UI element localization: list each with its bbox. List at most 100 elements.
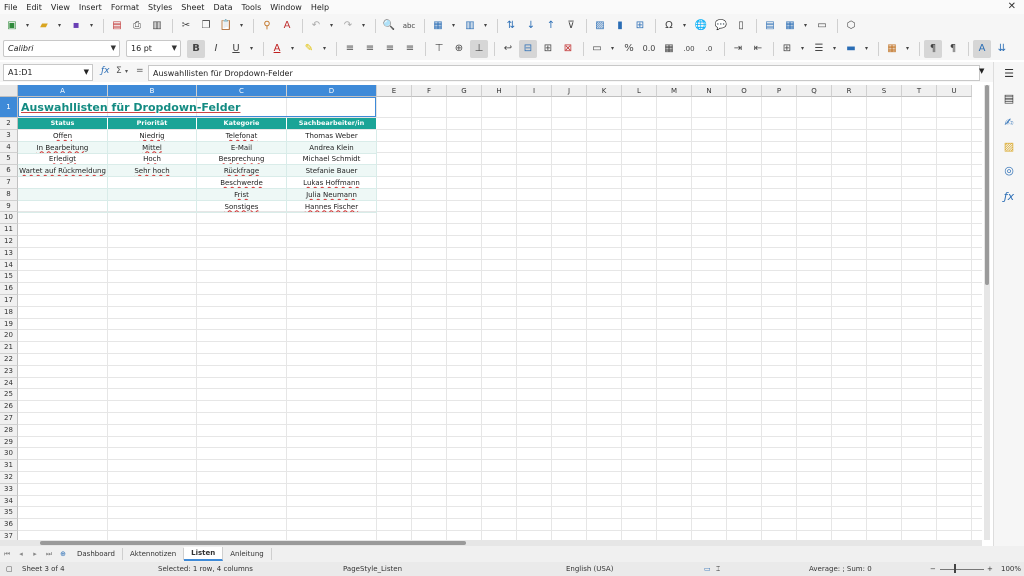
row-header-14[interactable]: 14 [0, 259, 18, 272]
sheet-title-cell[interactable]: Auswahllisten für Dropdown-Felder [18, 97, 376, 117]
row-header-15[interactable]: 15 [0, 271, 18, 284]
menu-item-help[interactable]: Help [311, 3, 329, 12]
column-header-a[interactable]: A [18, 85, 108, 97]
highlight-dropdown-icon[interactable]: ▾ [320, 40, 329, 58]
table-cell[interactable]: Frist [197, 188, 287, 201]
align-left-icon[interactable]: ≡ [341, 40, 359, 58]
column-header-l[interactable]: L [622, 85, 657, 97]
currency-dropdown-icon[interactable]: ▾ [608, 40, 617, 58]
zoom-in-icon[interactable]: + [987, 565, 993, 573]
right-to-left-icon[interactable]: ¶ [944, 40, 962, 58]
border-color-dropdown-icon[interactable]: ▾ [862, 40, 871, 58]
row-header-35[interactable]: 35 [0, 507, 18, 520]
font-size-combo[interactable]: 16 pt ▼ [126, 40, 181, 57]
print-icon[interactable]: ⎙ [128, 17, 146, 35]
find-replace-icon[interactable]: 🔍 [380, 17, 398, 35]
table-cell[interactable]: Besprechung [197, 153, 287, 166]
next-sheet-icon[interactable]: ▸ [28, 550, 42, 558]
italic-icon[interactable]: I [207, 40, 225, 58]
comment-icon[interactable]: 💬 [712, 17, 730, 35]
open-folder-icon[interactable]: ▰ [35, 17, 53, 35]
prev-sheet-icon[interactable]: ◂ [14, 550, 28, 558]
menu-item-view[interactable]: View [51, 3, 70, 12]
left-to-right-icon[interactable]: ¶ [924, 39, 942, 58]
bold-icon[interactable]: B [187, 39, 205, 58]
font-color-dropdown-icon[interactable]: ▾ [288, 40, 297, 58]
new-document-icon[interactable]: ▣ [3, 17, 21, 35]
add-sheet-icon[interactable]: ⊕ [56, 550, 70, 558]
text-horizontal-icon[interactable]: A [973, 39, 991, 58]
table-cell[interactable]: Julia Neumann [287, 188, 377, 201]
menu-item-edit[interactable]: Edit [26, 3, 42, 12]
table-cell[interactable] [108, 177, 197, 189]
row-header-18[interactable]: 18 [0, 306, 18, 319]
column-header-r[interactable]: R [832, 85, 867, 97]
increase-indent-icon[interactable]: ⇥ [729, 40, 747, 58]
row-header-19[interactable]: 19 [0, 318, 18, 331]
merge-center-icon[interactable]: ⊟ [519, 39, 537, 58]
sort-descending-icon[interactable]: ↑ [542, 17, 560, 35]
show-draw-functions-icon[interactable]: ⬡ [842, 17, 860, 35]
sum-icon[interactable]: Σ [116, 66, 122, 76]
row-header-20[interactable]: 20 [0, 330, 18, 343]
undo-icon[interactable]: ↶ [307, 17, 325, 35]
freeze-dropdown-icon[interactable]: ▾ [801, 17, 810, 35]
column-header-c[interactable]: C [197, 85, 287, 97]
redo-dropdown-icon[interactable]: ▾ [359, 17, 368, 35]
table-cell[interactable]: Sonstiges [197, 200, 287, 213]
zoom-level[interactable]: 100% [1001, 565, 1021, 573]
tab-listen[interactable]: Listen [184, 547, 224, 561]
select-all-corner[interactable] [0, 85, 18, 97]
table-cell[interactable]: Wartet auf Rückmeldung [18, 165, 108, 178]
column-header-t[interactable]: T [902, 85, 937, 97]
headers-footers-icon[interactable]: ▯ [732, 17, 750, 35]
row-icon[interactable]: ▦ [429, 17, 447, 35]
table-cell[interactable]: Hannes Fischer [287, 200, 377, 213]
row-dropdown-icon[interactable]: ▾ [449, 17, 458, 35]
redo-icon[interactable]: ↷ [339, 17, 357, 35]
paste-dropdown-icon[interactable]: ▾ [237, 17, 246, 35]
number-format-icon[interactable]: 0.0 [640, 40, 658, 58]
row-header-10[interactable]: 10 [0, 212, 18, 225]
table-cell[interactable]: E-Mail [197, 141, 287, 154]
column-header-m[interactable]: M [657, 85, 692, 97]
table-header-cell[interactable]: Status [18, 118, 108, 129]
column-header-j[interactable]: J [552, 85, 587, 97]
insert-image-icon[interactable]: ▨ [591, 17, 609, 35]
borders-icon[interactable]: ⊞ [778, 40, 796, 58]
menu-item-file[interactable]: File [4, 3, 17, 12]
border-style-dropdown-icon[interactable]: ▾ [830, 40, 839, 58]
table-cell[interactable]: In Bearbeitung [18, 141, 108, 154]
table-cell[interactable]: Niedrig [108, 129, 197, 142]
row-header-27[interactable]: 27 [0, 413, 18, 425]
function-wizard-icon[interactable]: ƒx [101, 66, 110, 76]
underline-dropdown-icon[interactable]: ▾ [247, 40, 256, 58]
table-cell[interactable]: Stefanie Bauer [287, 165, 377, 178]
row-header-3[interactable]: 3 [0, 129, 18, 142]
table-header-cell[interactable]: Sachbearbeiter/in [287, 118, 377, 129]
table-cell[interactable] [108, 200, 197, 213]
currency-format-icon[interactable]: ▭ [588, 40, 606, 58]
table-cell[interactable]: Mittel [108, 141, 197, 154]
column-header-n[interactable]: N [692, 85, 727, 97]
border-color-icon[interactable]: ▬ [842, 40, 860, 58]
row-header-11[interactable]: 11 [0, 224, 18, 236]
align-top-icon[interactable]: ⊤ [430, 40, 448, 58]
row-header-26[interactable]: 26 [0, 401, 18, 413]
zoom-slider[interactable] [940, 569, 984, 570]
column-header-h[interactable]: H [482, 85, 517, 97]
menu-item-data[interactable]: Data [213, 3, 232, 12]
navigator-icon[interactable]: ◎ [1002, 164, 1016, 178]
row-header-24[interactable]: 24 [0, 377, 18, 390]
row-header-5[interactable]: 5 [0, 153, 18, 166]
table-cell[interactable]: Telefonat [197, 129, 287, 142]
highlight-color-icon[interactable]: ✎ [300, 40, 318, 58]
table-cell[interactable]: Beschwerde [197, 177, 287, 189]
column-header-k[interactable]: K [587, 85, 622, 97]
justify-icon[interactable]: ≡ [401, 40, 419, 58]
row-header-9[interactable]: 9 [0, 200, 18, 213]
wrap-text-icon[interactable]: ↩ [499, 40, 517, 58]
define-print-area-icon[interactable]: ▤ [761, 17, 779, 35]
zoom-out-icon[interactable]: − [930, 565, 936, 573]
properties-icon[interactable]: ▤ [1002, 92, 1016, 106]
